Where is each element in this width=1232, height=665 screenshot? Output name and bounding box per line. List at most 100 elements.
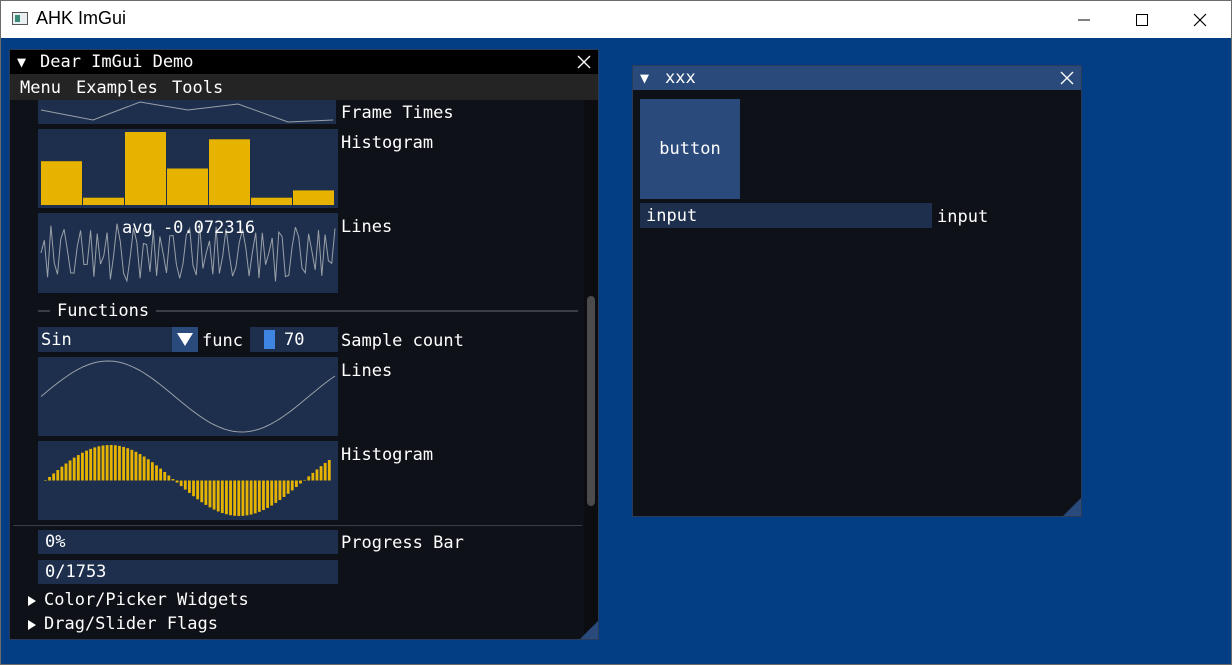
functions-separator-left — [38, 310, 50, 312]
func-histogram-bar — [290, 480, 294, 491]
xxx-button[interactable]: button — [640, 99, 740, 199]
lines-overlay-text: avg -0.072316 — [122, 218, 256, 238]
demo-scrollbar-grab[interactable] — [587, 296, 595, 506]
func-histogram-bar — [299, 480, 302, 484]
frame-times-graph — [40, 101, 334, 123]
func-histogram-bar — [237, 480, 241, 516]
xxx-input-field[interactable]: input — [640, 203, 932, 228]
func-histogram-bar — [229, 480, 232, 516]
func-lines-graph — [40, 360, 336, 433]
func-histogram-bar — [109, 445, 113, 481]
func-histogram-bar — [307, 476, 311, 481]
func-histogram-bar — [294, 480, 298, 487]
section-separator — [13, 525, 582, 526]
func-histogram-bar — [179, 480, 183, 487]
func-histogram-bar — [327, 459, 331, 481]
xxx-resize-grip[interactable] — [1063, 498, 1081, 516]
os-titlebar[interactable]: AHK ImGui — [1, 1, 1231, 38]
func-histogram-bar — [48, 476, 51, 481]
demo-resize-grip[interactable] — [580, 621, 598, 639]
tree-node-drag-slider[interactable]: Drag/Slider Flags — [23, 614, 583, 636]
func-histogram-bar — [101, 445, 105, 481]
xxx-button-label: button — [659, 139, 721, 159]
func-histogram-bar — [270, 480, 274, 506]
minimize-button[interactable] — [1055, 1, 1113, 38]
histogram-bar — [251, 197, 292, 205]
demo-window: ▼ Dear ImGui Demo Menu Examples Tools Fr… — [9, 49, 599, 640]
func-histogram-bar — [175, 480, 179, 483]
xxx-close-icon[interactable] — [1059, 70, 1075, 86]
func-lines-plot[interactable] — [38, 357, 338, 436]
func-histogram-bar — [233, 480, 237, 516]
menu-item-tools[interactable]: Tools — [172, 75, 223, 101]
func-histogram-bar — [192, 480, 195, 497]
func-histogram-bar — [167, 475, 171, 481]
func-histogram-bar — [204, 480, 208, 505]
func-histogram-bar — [93, 447, 97, 481]
menu-item-examples[interactable]: Examples — [76, 75, 158, 101]
demo-scrollbar[interactable] — [584, 100, 598, 639]
functions-separator-right — [156, 310, 578, 312]
tree-node-color-picker[interactable]: Color/Picker Widgets — [23, 590, 583, 612]
maximize-button[interactable] — [1113, 1, 1171, 38]
func-histogram-bar — [76, 455, 80, 481]
func-histogram-bar — [52, 473, 56, 481]
func-histogram-bar — [200, 480, 204, 503]
func-histogram-bar — [105, 445, 109, 481]
progress-count-value: 0/1753 — [45, 562, 107, 582]
func-histogram-bar — [303, 479, 307, 481]
func-histogram-bar — [220, 480, 224, 514]
func-histogram-plot[interactable] — [38, 441, 338, 520]
func-histogram-bar — [150, 462, 154, 481]
close-icon — [1193, 13, 1207, 26]
func-histogram-bar — [315, 469, 319, 481]
histogram-bar — [125, 132, 166, 205]
histogram-label: Histogram — [341, 133, 434, 153]
sample-count-value: 70 — [284, 330, 305, 350]
collapse-triangle-icon[interactable]: ▼ — [640, 66, 649, 90]
xxx-titlebar[interactable]: ▼ xxx — [633, 66, 1081, 90]
collapse-triangle-icon[interactable]: ▼ — [17, 50, 26, 74]
lines-plot[interactable]: avg -0.072316 — [38, 213, 338, 293]
func-histogram-bar — [245, 480, 249, 516]
xxx-input-value: input — [646, 206, 698, 226]
func-histogram-bar — [155, 465, 158, 481]
minimize-icon — [1078, 19, 1090, 20]
func-combo[interactable]: Sin — [38, 327, 198, 352]
maximize-icon — [1136, 13, 1148, 26]
func-histogram-bar — [159, 468, 163, 481]
frame-times-label: Frame Times — [341, 103, 454, 123]
func-histogram-bar — [253, 480, 257, 514]
demo-titlebar[interactable]: ▼ Dear ImGui Demo — [10, 50, 598, 74]
combo-arrow-button[interactable] — [172, 327, 198, 352]
progress-bar-count: 0/1753 — [38, 560, 338, 584]
func-histogram-bar — [126, 448, 130, 481]
progress-bar-label: Progress Bar — [341, 533, 464, 553]
close-button[interactable] — [1171, 1, 1229, 38]
func-histogram-bar — [319, 466, 323, 481]
func-histogram-bar — [274, 480, 278, 503]
histogram-plot[interactable] — [38, 129, 338, 208]
demo-close-icon[interactable] — [576, 54, 592, 70]
func-lines-series — [40, 360, 336, 433]
sample-count-slider[interactable]: 70 — [250, 327, 338, 352]
app-icon — [12, 12, 28, 25]
menu-item-menu[interactable]: Menu — [20, 75, 61, 101]
func-histogram-bar — [282, 480, 286, 497]
func-histogram-label: Histogram — [341, 445, 434, 465]
sample-count-label: Sample count — [341, 331, 464, 351]
func-histogram-bar — [72, 457, 76, 481]
func-lines-label: Lines — [341, 361, 393, 381]
func-histogram-bar — [249, 480, 253, 515]
slider-grab[interactable] — [264, 330, 275, 349]
func-histogram-bar — [196, 480, 200, 500]
func-histogram-bar — [183, 480, 187, 490]
func-histogram-bar — [323, 462, 327, 481]
frame-times-plot[interactable] — [38, 100, 336, 124]
func-histogram-bar — [56, 470, 60, 481]
func-histogram-bar — [286, 480, 290, 494]
histogram-bar — [293, 190, 334, 205]
tree-node-label: Color/Picker Widgets — [44, 590, 249, 610]
func-histogram-bar — [216, 480, 220, 512]
func-histogram-bar — [257, 480, 261, 512]
